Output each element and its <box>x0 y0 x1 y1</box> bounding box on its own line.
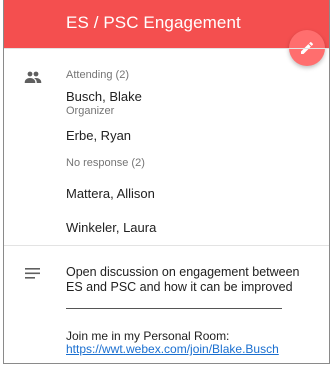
people-icon <box>24 70 42 89</box>
event-description: Open discussion on engagement between ES… <box>66 265 300 294</box>
attendee-name[interactable]: Mattera, Allison <box>66 186 155 201</box>
attendee-role: Organizer <box>66 105 115 117</box>
no-response-label: No response (2) <box>66 157 145 169</box>
event-details-card: ES / PSC Engagement Attending (2) Busch,… <box>3 0 330 364</box>
description-separator <box>66 308 282 309</box>
attendee-name[interactable]: Erbe, Ryan <box>66 128 131 143</box>
event-title: ES / PSC Engagement <box>66 13 241 32</box>
notes-icon <box>25 266 40 284</box>
attendee-name[interactable]: Busch, Blake <box>66 89 142 104</box>
join-link[interactable]: https://wwt.webex.com/join/Blake.Busch <box>66 343 279 356</box>
attending-label: Attending (2) <box>66 69 129 81</box>
section-divider <box>4 245 329 246</box>
header-divider <box>4 48 329 49</box>
attendee-name[interactable]: Winkeler, Laura <box>66 220 156 235</box>
header-bar: ES / PSC Engagement <box>4 0 329 48</box>
